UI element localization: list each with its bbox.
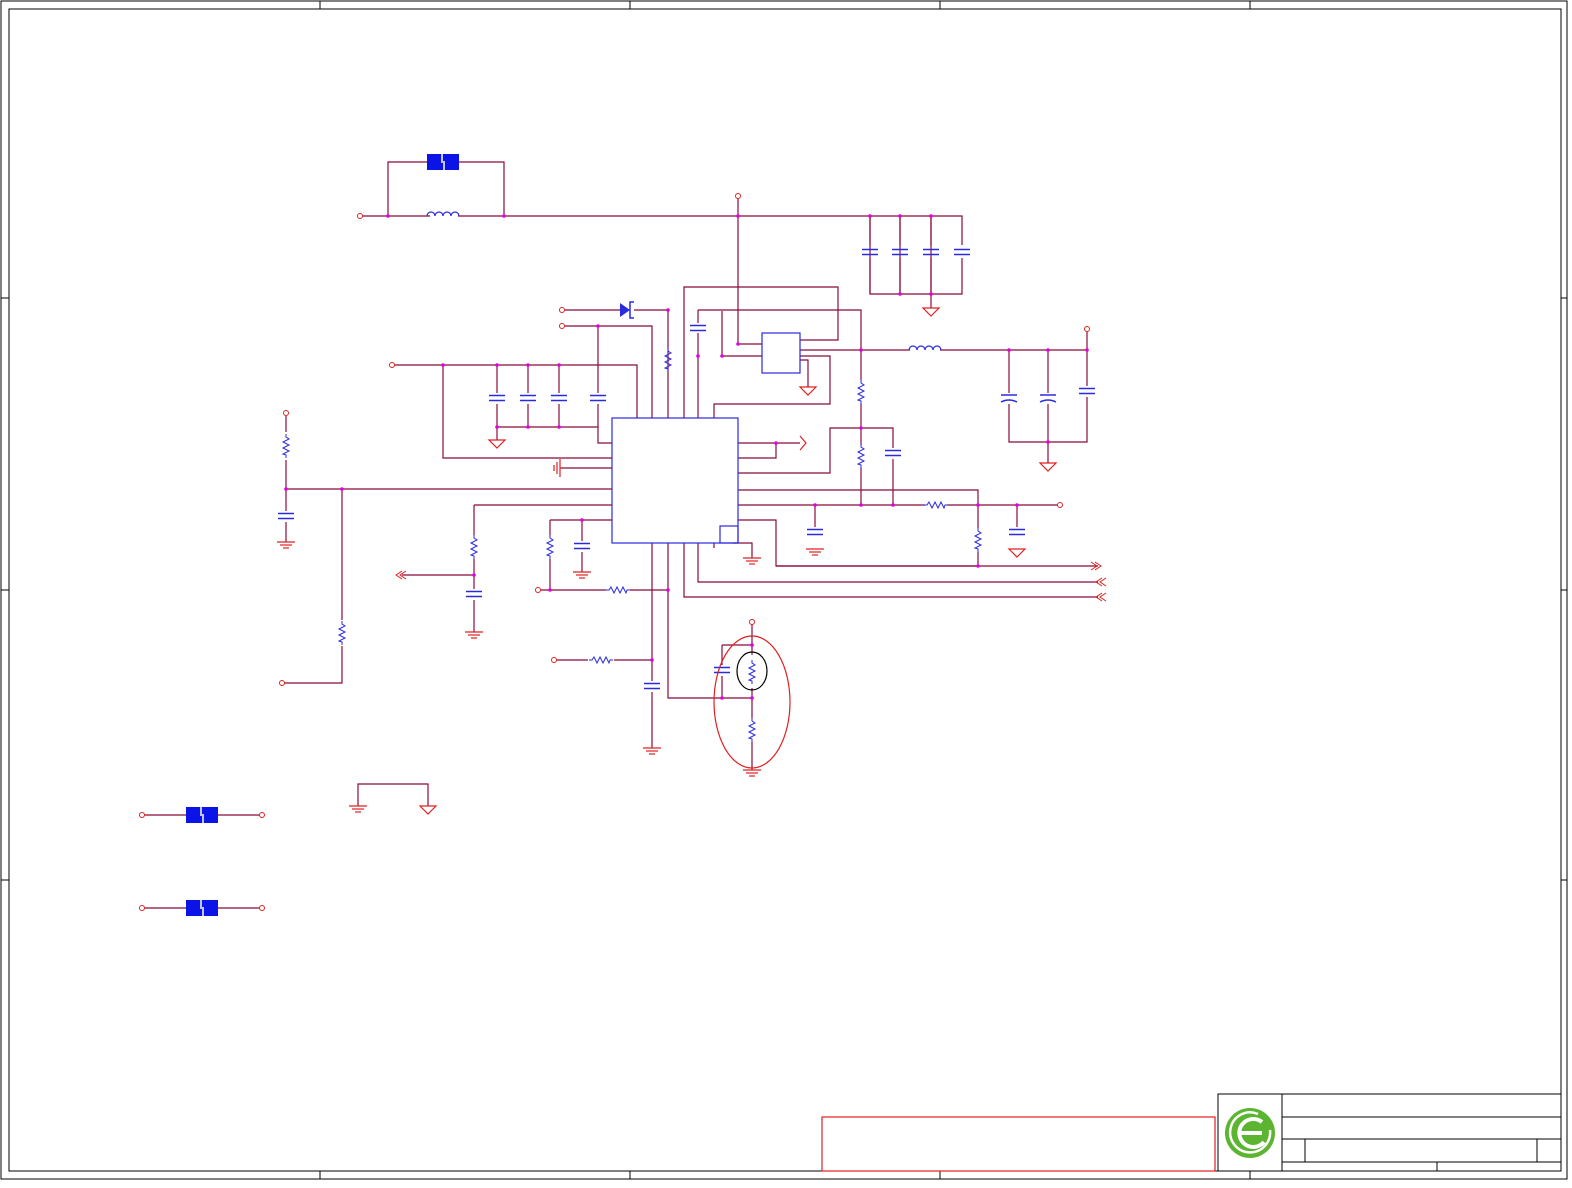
main-ic (611, 417, 739, 544)
logo-icon (1225, 1108, 1275, 1158)
wire-net (142, 161, 1098, 909)
capacitor-icon (277, 248, 1096, 690)
resistor-icon (282, 347, 982, 743)
ground-icon (276, 307, 1057, 815)
schematic-canvas (0, 0, 1568, 1180)
regulator-ic (761, 332, 801, 374)
jumper-icon (185, 153, 460, 917)
sheet-border (0, 0, 1568, 1180)
diode-icon (620, 301, 634, 319)
net-terminals (139, 193, 1090, 911)
note-box (821, 1116, 1216, 1172)
schematic-sheet (0, 0, 1572, 1183)
